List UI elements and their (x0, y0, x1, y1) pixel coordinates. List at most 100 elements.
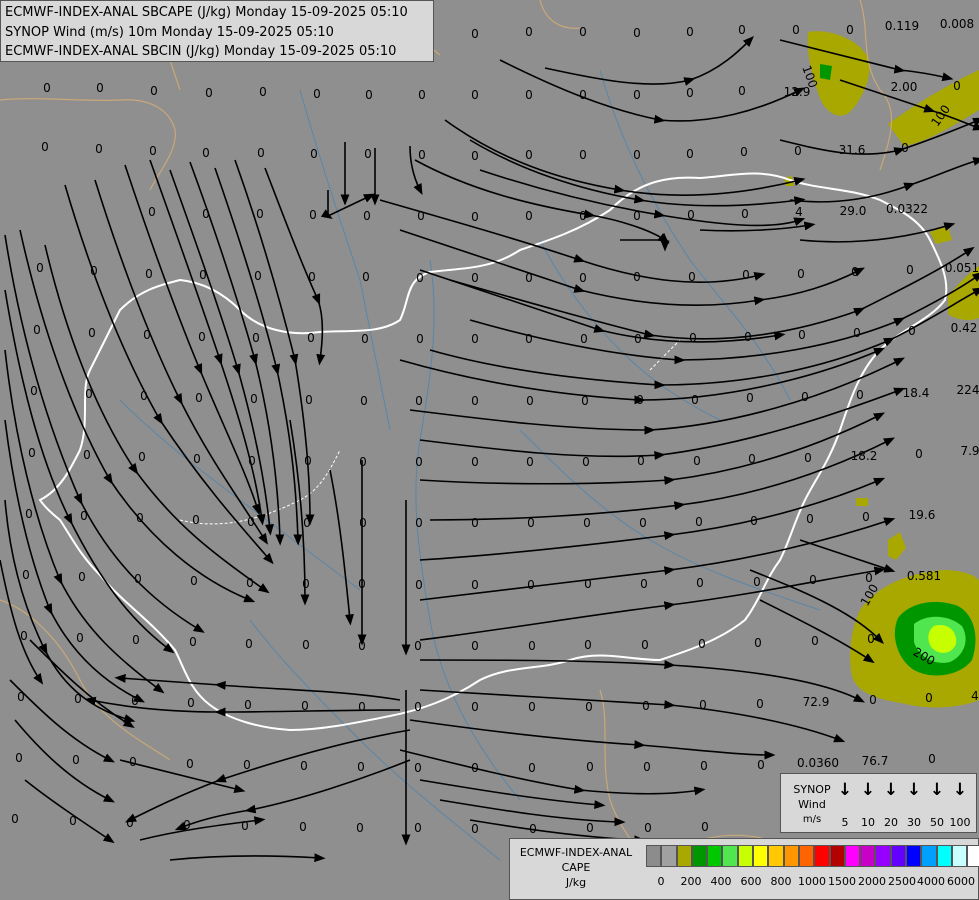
wind-streamline (799, 539, 896, 573)
sbcin-value: 0 (241, 819, 249, 833)
wind-streamline (789, 157, 979, 203)
wind-streamline (419, 689, 846, 743)
sbcin-value: 4 (795, 205, 803, 219)
sbcin-value: 0 (639, 516, 647, 530)
cape-color-swatch (646, 845, 662, 867)
sbcin-value: 0 (195, 391, 203, 405)
wind-arrow-icon: ↓ (883, 780, 899, 800)
wind-streamline (399, 749, 706, 796)
sbcin-value: 0 (301, 699, 309, 713)
sbcin-value: 0 (80, 509, 88, 523)
cape-tick-label: 800 (770, 875, 792, 888)
sbcin-value: 0 (757, 758, 765, 772)
wind-arrow-icon: ↓ (860, 780, 876, 800)
sbcin-value: 19.6 (909, 508, 936, 522)
sbcin-value: 0 (804, 451, 812, 465)
cape-legend-param: CAPE (561, 861, 591, 874)
sbcin-value: 0 (198, 330, 206, 344)
sbcin-value: 0 (313, 87, 321, 101)
map-title-box: ECMWF-INDEX-ANAL SBCAPE (J/kg) Monday 15… (0, 0, 434, 62)
sbcin-value: 0 (636, 393, 644, 407)
sbcin-value: 0 (418, 88, 426, 102)
sbcin-value: 0 (148, 205, 156, 219)
sbcin-value: 0 (205, 86, 213, 100)
cape-color-swatch (890, 845, 907, 867)
sbcin-value: 0 (915, 447, 923, 461)
synop-legend-label: SYNOP Wind m/s (787, 782, 837, 827)
sbcin-value: 0 (471, 700, 479, 714)
wind-streamline (169, 169, 274, 536)
sbcin-value: 0 (471, 88, 479, 102)
wind-streamline (4, 289, 175, 654)
sbcin-value: 0 (584, 638, 592, 652)
wind-streamline (544, 36, 754, 86)
sbcin-value: 0 (527, 516, 535, 530)
cape-color-swatch (814, 845, 830, 867)
sbcin-value: 0 (579, 271, 587, 285)
sbcin-value: 0 (28, 446, 36, 460)
sbcin-value: 0 (415, 455, 423, 469)
wind-speed-label: 10 (861, 816, 875, 829)
sbcin-value: 0 (25, 507, 33, 521)
cape-color-swatch (676, 845, 692, 867)
sbcin-value: 0 (150, 84, 158, 98)
cape-color-swatch (860, 845, 876, 867)
sbcin-value: 0 (526, 455, 534, 469)
sbcin-value: 0 (140, 389, 148, 403)
sbcin-value: 0 (753, 575, 761, 589)
neighbor-borders (0, 0, 893, 871)
cape-area-small-1 (888, 532, 906, 560)
sbcin-value: 0 (193, 452, 201, 466)
sbcin-value: 0 (750, 514, 758, 528)
sbcin-value: 0 (136, 511, 144, 525)
sbcin-value: 0 (691, 393, 699, 407)
sbcin-value: 0 (309, 208, 317, 222)
sbcin-value: 0 (307, 331, 315, 345)
sbcin-value: 0 (15, 751, 23, 765)
sbcin-value: 0 (528, 761, 536, 775)
sbcin-value: 0 (633, 209, 641, 223)
sbcin-value: 0 (754, 636, 762, 650)
sbcin-value: 0 (525, 25, 533, 39)
sbcin-value: 0 (90, 264, 98, 278)
sbcin-value: 0 (310, 147, 318, 161)
sbcin-value: 31.6 (839, 143, 866, 157)
map-canvas: 0 0 0 0 0 0 0 0 0 0 0 0 0 00 0 0 0 0 0 0 0 0.119 0.00812.9 2.00… (0, 0, 979, 871)
cape-tick-label: 600 (740, 875, 762, 888)
sbcin-value: 0 (138, 450, 146, 464)
sbcin-value: 0 (686, 147, 694, 161)
wind-speed-label: 20 (884, 816, 898, 829)
sbcin-value: 0 (254, 269, 262, 283)
wind-streamline (379, 199, 766, 283)
sbcin-value: 0 (471, 271, 479, 285)
sbcin-value: 0 (528, 639, 536, 653)
sbcin-value: 0 (701, 820, 709, 834)
sbcin-value: 0 (525, 271, 533, 285)
sbcin-value: 0 (17, 690, 25, 704)
sbcin-value: 0 (414, 639, 422, 653)
sbcin-value: 0 (908, 324, 916, 338)
sbcin-value: 0 (252, 331, 260, 345)
rivers (119, 69, 821, 861)
sbcin-value: 0 (928, 752, 936, 766)
weather-map[interactable]: 0 0 0 0 0 0 0 0 0 0 0 0 0 0 0 0 0 0 0 0 0 0 0.119 0.008 12.9 2.00… (0, 0, 979, 900)
sbcin-value: 0 (738, 84, 746, 98)
sbcin-value: 0 (925, 691, 933, 705)
cape-area-north-core (820, 64, 832, 80)
sbcin-value: 0 (794, 144, 802, 158)
sbcin-value: 0 (641, 638, 649, 652)
sbcin-value: 0 (746, 391, 754, 405)
sbcin-value: 0 (471, 210, 479, 224)
sbcin-value: 0 (187, 696, 195, 710)
sbcin-value: 0 (644, 821, 652, 835)
sbcin-value: 0 (20, 629, 28, 643)
sbcin-value: 0 (583, 516, 591, 530)
sbcin-value: 0 (856, 388, 864, 402)
cape-color-swatch (707, 845, 723, 867)
cape-color-legend: ECMWF-INDEX-ANAL CAPE J/kg 0 200 400 600 800… (509, 838, 979, 900)
cape-legend-unit: J/kg (565, 876, 587, 889)
sbcin-value: 0 (642, 699, 650, 713)
sbcin-value: 0 (471, 455, 479, 469)
sbcin-value: 0 (414, 700, 422, 714)
sbcin-value: 0 (643, 760, 651, 774)
